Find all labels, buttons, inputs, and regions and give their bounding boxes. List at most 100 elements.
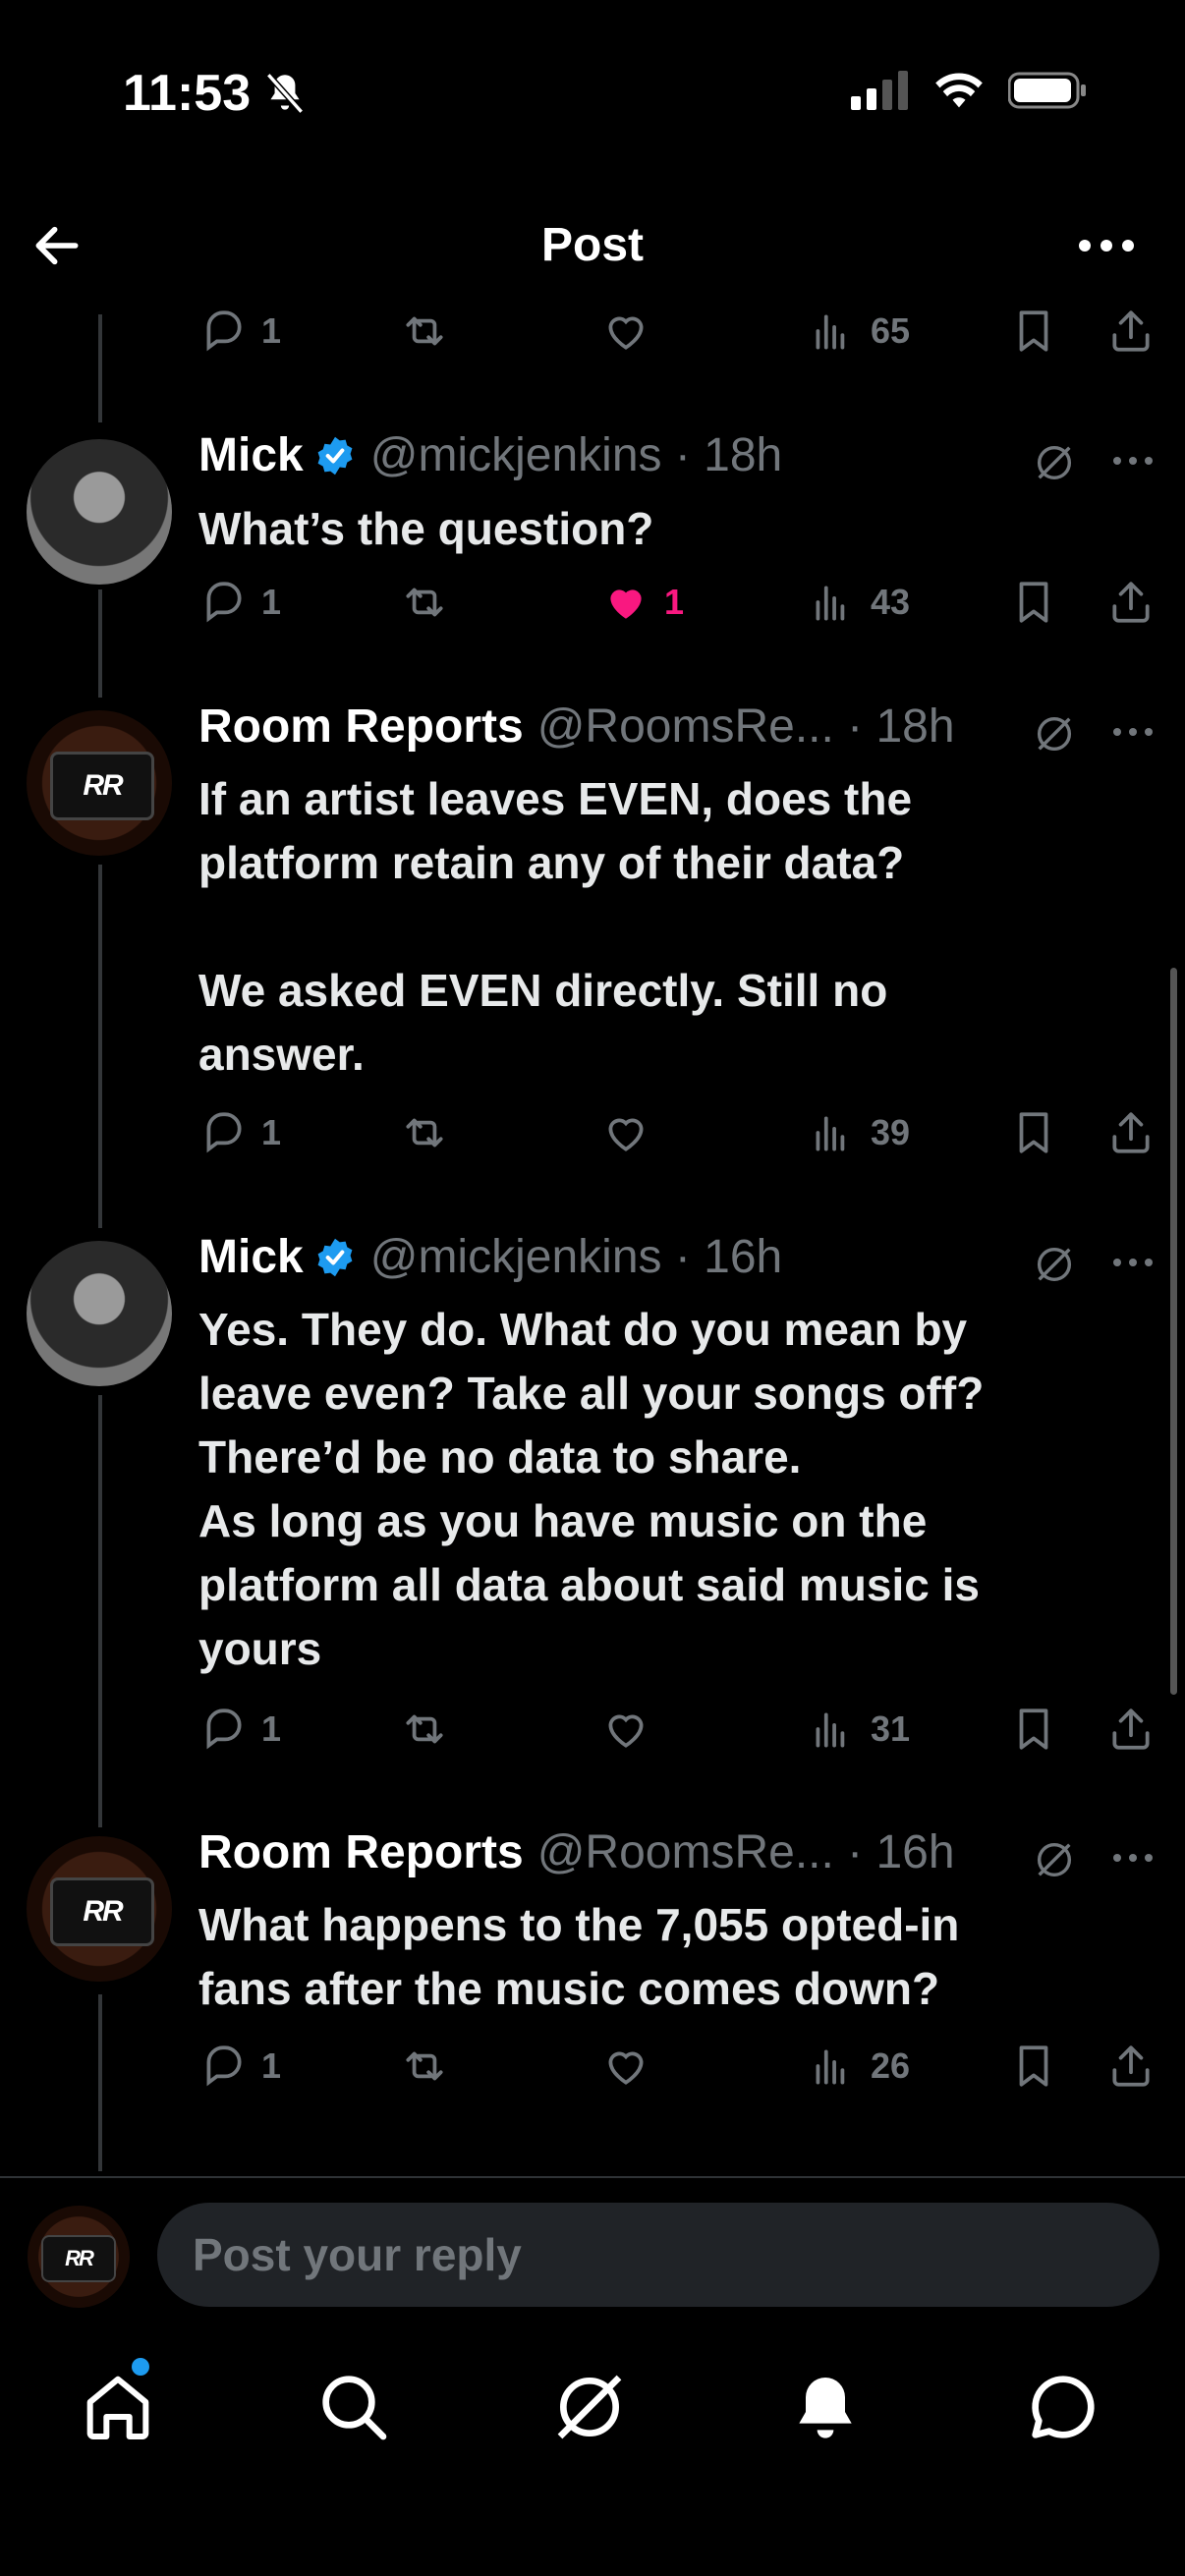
grok-icon[interactable]	[1032, 711, 1077, 756]
bookmark-button[interactable]	[1009, 578, 1058, 627]
more-icon[interactable]	[1110, 725, 1156, 739]
share-button[interactable]	[1106, 1705, 1156, 1754]
views-icon	[816, 1116, 845, 1151]
author-handle[interactable]: @RoomsRe... · 16h	[537, 1825, 955, 1879]
retweet-icon	[406, 1118, 443, 1148]
heart-icon	[608, 1714, 644, 1748]
heart-icon	[608, 1118, 644, 1151]
retweet-button[interactable]	[400, 307, 449, 356]
grok-tab-icon[interactable]	[550, 2368, 629, 2446]
author-handle[interactable]: @mickjenkins · 16h	[370, 1230, 783, 1284]
search-icon[interactable]	[314, 2368, 393, 2446]
more-icon[interactable]	[1110, 454, 1156, 468]
more-icon[interactable]	[1110, 1851, 1156, 1865]
reply-icon	[206, 1708, 242, 1750]
post-actions: 1 26	[198, 2042, 1150, 2100]
scrollbar[interactable]	[1170, 968, 1177, 1695]
reply-count: 1	[261, 1708, 282, 1749]
share-button[interactable]	[1106, 307, 1156, 356]
bookmark-button[interactable]	[1009, 1108, 1058, 1157]
views-button[interactable]: 26	[808, 2042, 910, 2091]
grok-icon[interactable]	[1032, 1837, 1077, 1882]
post-actions: 1 31	[198, 1705, 1150, 1764]
avatar[interactable]: RR	[27, 710, 172, 856]
reply-button[interactable]: 1	[198, 1705, 281, 1754]
bookmark-button[interactable]	[1009, 307, 1058, 356]
share-button[interactable]	[1106, 1108, 1156, 1157]
avatar[interactable]	[27, 439, 172, 585]
grok-icon[interactable]	[1032, 440, 1077, 485]
reply-button[interactable]: 1	[198, 307, 281, 356]
post-actions: 1 1 43	[198, 578, 1150, 637]
retweet-button[interactable]	[400, 1705, 449, 1754]
author-handle[interactable]: @mickjenkins · 18h	[370, 428, 783, 482]
author-name[interactable]: Room Reports	[198, 700, 524, 754]
post-text: If an artist leaves EVEN, does the platf…	[198, 773, 913, 1080]
share-icon	[1112, 582, 1150, 623]
retweet-button[interactable]	[400, 2042, 449, 2091]
retweet-button[interactable]	[400, 1108, 449, 1157]
author-name[interactable]: Mick	[198, 428, 304, 482]
views-button[interactable]: 39	[808, 1108, 910, 1157]
status-indicators	[851, 71, 1087, 110]
retweet-button[interactable]	[400, 578, 449, 627]
more-icon[interactable]	[1110, 1256, 1156, 1269]
reply-input[interactable]: Post your reply	[157, 2203, 1159, 2307]
share-icon	[1112, 1708, 1150, 1750]
views-icon	[816, 2049, 845, 2085]
like-button[interactable]	[601, 1705, 650, 1754]
reply-count: 1	[261, 1112, 282, 1152]
reply-button[interactable]: 1	[198, 1108, 281, 1157]
like-button[interactable]	[601, 307, 650, 356]
bell-icon[interactable]	[786, 2368, 865, 2446]
bell-muted-icon	[265, 73, 305, 114]
home-icon[interactable]	[79, 2368, 157, 2446]
grok-icon[interactable]	[1032, 1242, 1077, 1287]
bookmark-icon	[1019, 310, 1048, 352]
share-button[interactable]	[1106, 578, 1156, 627]
wifi-icon	[935, 73, 983, 108]
reply-button[interactable]: 1	[198, 2042, 281, 2091]
post-header: Room Reports @RoomsRe... · 16h	[198, 1825, 955, 1879]
bookmark-icon	[1019, 582, 1048, 623]
views-icon	[816, 586, 845, 621]
reply-icon	[206, 582, 242, 623]
reply-icon	[206, 310, 242, 352]
signal-icon	[851, 71, 908, 110]
bookmark-button[interactable]	[1009, 2042, 1058, 2091]
retweet-icon	[406, 2051, 443, 2081]
reply-button[interactable]: 1	[198, 578, 281, 627]
avatar-logo: RR	[50, 1877, 154, 1946]
reply-count: 1	[261, 2045, 282, 2086]
views-count: 43	[871, 582, 911, 622]
avatar-logo-text: RR	[65, 2246, 94, 2270]
views-button[interactable]: 65	[808, 307, 910, 356]
more-icon[interactable]	[1077, 236, 1136, 255]
current-user-avatar: RR	[28, 2206, 130, 2308]
like-button[interactable]	[601, 2042, 650, 2091]
status-time: 11:53	[123, 65, 252, 122]
post-header: Mick @mickjenkins · 18h	[198, 428, 782, 482]
avatar[interactable]: RR	[27, 1836, 172, 1982]
bookmark-button[interactable]	[1009, 1705, 1058, 1754]
author-handle[interactable]: @RoomsRe... · 18h	[537, 700, 955, 754]
avatar-logo: RR	[41, 2235, 116, 2282]
thread-line	[98, 589, 102, 698]
author-name[interactable]: Mick	[198, 1230, 304, 1284]
chat-icon[interactable]	[1024, 2368, 1102, 2446]
avatar-logo-text: RR	[83, 769, 123, 802]
views-button[interactable]: 43	[808, 578, 910, 627]
like-button[interactable]	[601, 1108, 650, 1157]
avatar[interactable]	[27, 1241, 172, 1386]
views-count: 39	[871, 1112, 911, 1152]
like-button[interactable]: 1	[601, 578, 684, 627]
post-text: What happens to the 7,055 opted-in fans …	[198, 1899, 960, 2014]
heart-filled-icon	[610, 589, 642, 619]
retweet-icon	[406, 316, 443, 346]
views-button[interactable]: 31	[808, 1705, 910, 1754]
post-header: Mick @mickjenkins · 16h	[198, 1230, 782, 1284]
thread-line	[98, 1994, 102, 2171]
author-name[interactable]: Room Reports	[198, 1825, 524, 1879]
share-button[interactable]	[1106, 2042, 1156, 2091]
bookmark-icon	[1019, 1708, 1048, 1750]
